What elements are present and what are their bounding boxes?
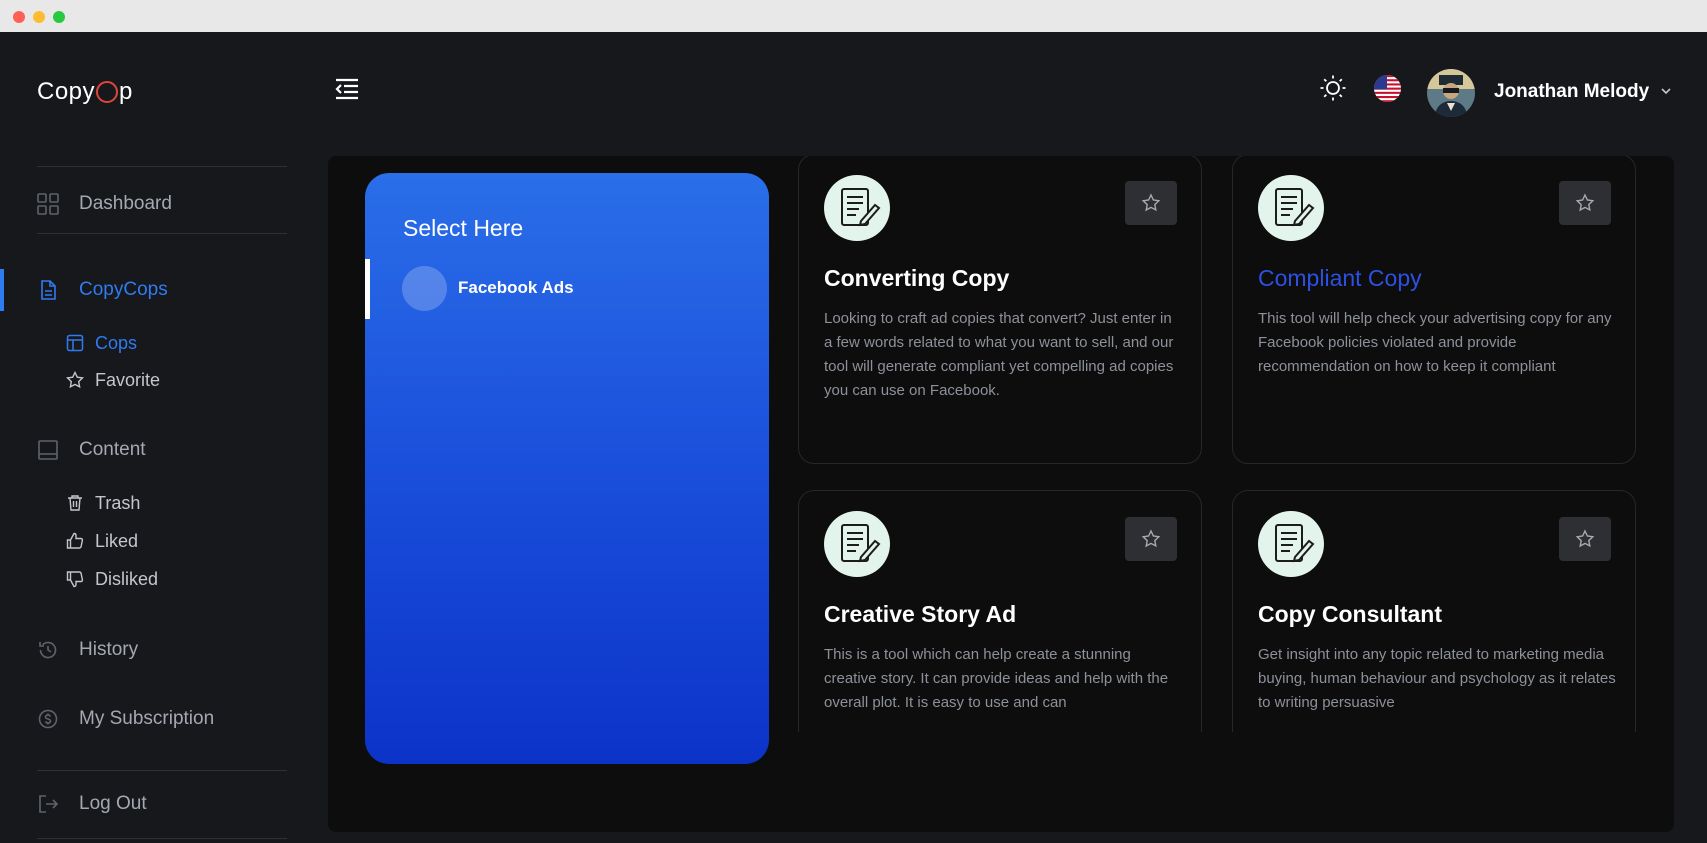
category-item-facebook-ads[interactable]: Facebook Ads [458, 278, 574, 298]
tool-description: This tool will help check your advertisi… [1258, 310, 1612, 375]
sidebar-subitem-label: Trash [95, 492, 141, 513]
trash-icon [68, 495, 82, 511]
sidebar-item-copycops[interactable]: CopyCops [37, 273, 168, 307]
logout-icon [39, 795, 59, 813]
logo-text-end: p [119, 78, 133, 105]
sidebar-item-dashboard[interactable]: Dashboard [37, 187, 172, 221]
sidebar-item-subscription[interactable]: My Subscription [37, 702, 214, 736]
close-window-button[interactable] [13, 11, 25, 23]
minimize-window-button[interactable] [33, 11, 45, 23]
document-pencil-icon [824, 511, 890, 577]
tool-title: Creative Story Ad [824, 601, 1017, 627]
sidebar-item-label: Log Out [79, 793, 147, 814]
sidebar-subitem-label: Liked [95, 530, 139, 551]
username[interactable]: Jonathan Melody [1494, 81, 1649, 103]
active-indicator [0, 269, 4, 311]
tool-card-copy-consultant[interactable]: Copy Consultant Get insight into any top… [1232, 490, 1636, 732]
sidebar-subitem-label: Disliked [95, 568, 159, 589]
sidebar-item-content[interactable]: Content [37, 433, 146, 467]
star-icon [1141, 193, 1161, 212]
tool-title: Compliant Copy [1258, 265, 1422, 291]
thumbs-up-icon [66, 532, 84, 549]
app-window: Copy p Dashboard CopyCops Cops Favorite C… [0, 32, 1707, 843]
sidebar-subitem-favorite[interactable]: Favorite [66, 365, 160, 395]
sidebar-item-logout[interactable]: Log Out [37, 787, 147, 821]
chevron-down-icon[interactable] [1659, 84, 1673, 98]
sidebar-subitem-cops[interactable]: Cops [66, 328, 137, 358]
menu-collapse-icon[interactable] [334, 76, 360, 102]
category-selector: Select Here Facebook Ads [365, 173, 769, 764]
favorite-button[interactable] [1125, 517, 1177, 561]
avatar[interactable] [1427, 69, 1475, 117]
favorite-button[interactable] [1559, 181, 1611, 225]
subscription-icon [38, 709, 58, 729]
sidebar-divider [37, 166, 287, 167]
sun-icon[interactable] [1319, 74, 1347, 102]
star-icon [66, 371, 84, 389]
document-pencil-icon [824, 175, 890, 241]
category-avatar [402, 266, 447, 311]
star-icon [1575, 193, 1595, 212]
tool-card-creative-story-ad[interactable]: Creative Story Ad This is a tool which c… [798, 490, 1202, 732]
tool-card-compliant-copy[interactable]: Compliant Copy This tool will help check… [1232, 156, 1636, 464]
us-flag-icon[interactable] [1374, 75, 1401, 102]
sidebar-subitem-label: Cops [95, 332, 138, 353]
dashboard-icon [37, 193, 59, 215]
selector-title: Select Here [403, 215, 524, 241]
sidebar-item-label: Content [79, 439, 146, 460]
sidebar-subitem-label: Favorite [95, 369, 161, 390]
favorite-button[interactable] [1125, 181, 1177, 225]
sidebar-item-label: CopyCops [79, 279, 168, 300]
app-logo[interactable]: Copy p [37, 78, 133, 106]
sidebar-item-history[interactable]: History [37, 633, 138, 667]
logo-text: Copy [37, 78, 96, 105]
tool-description: Get insight into any topic related to ma… [1258, 646, 1616, 711]
sidebar-subitem-liked[interactable]: Liked [66, 526, 138, 556]
document-icon [41, 280, 56, 300]
favorite-button[interactable] [1559, 517, 1611, 561]
tool-title: Copy Consultant [1258, 601, 1442, 627]
sidebar-subitem-disliked[interactable]: Disliked [66, 564, 158, 594]
logo-ring-icon [96, 81, 119, 103]
selected-indicator [365, 259, 370, 319]
main-panel: Select Here Facebook Ads Converting Copy… [328, 156, 1674, 832]
document-pencil-icon [1258, 511, 1324, 577]
thumbs-down-icon [66, 571, 84, 588]
tool-title: Converting Copy [824, 265, 1010, 291]
history-icon [39, 641, 57, 659]
document-pencil-icon [1258, 175, 1324, 241]
tool-description: This is a tool which can help create a s… [824, 646, 1169, 711]
tool-description: Looking to craft ad copies that convert?… [824, 310, 1174, 399]
sidebar-subitem-trash[interactable]: Trash [66, 488, 140, 518]
content-icon [38, 440, 58, 460]
sidebar-item-label: Dashboard [79, 193, 172, 214]
sidebar-divider [37, 233, 287, 234]
sidebar-divider [37, 770, 287, 771]
sidebar-divider [37, 838, 287, 839]
sidebar-item-label: History [79, 639, 139, 660]
sidebar-item-label: My Subscription [79, 708, 215, 729]
layout-icon [66, 334, 84, 352]
tool-card-converting-copy[interactable]: Converting Copy Looking to craft ad copi… [798, 156, 1202, 464]
maximize-window-button[interactable] [53, 11, 65, 23]
star-icon [1575, 529, 1595, 548]
window-titlebar [0, 0, 1707, 32]
star-icon [1141, 529, 1161, 548]
